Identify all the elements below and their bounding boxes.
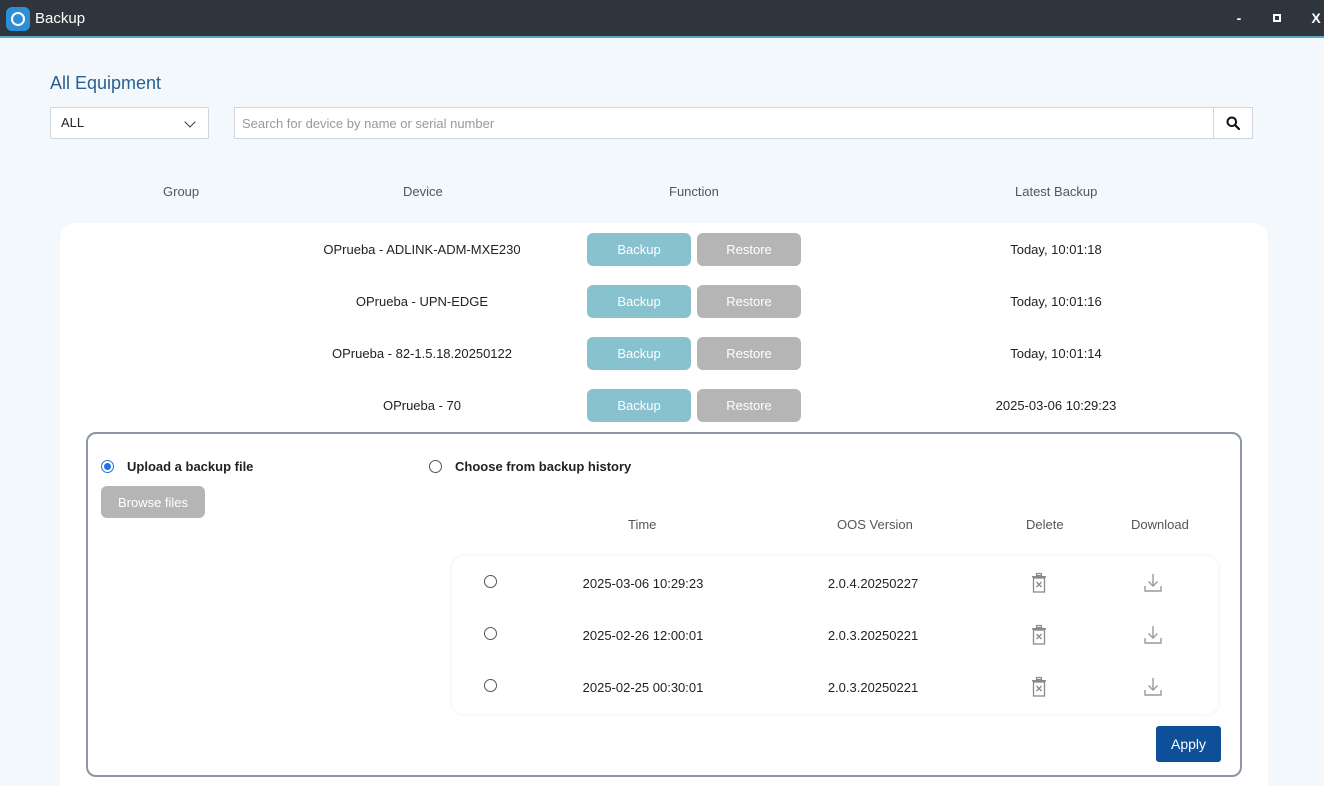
- history-header-version: OOS Version: [837, 517, 913, 532]
- backup-button[interactable]: Backup: [587, 285, 691, 318]
- history-select-radio[interactable]: [484, 627, 497, 640]
- column-header-group: Group: [163, 184, 200, 199]
- backup-button[interactable]: Backup: [587, 233, 691, 266]
- trash-icon[interactable]: [1029, 624, 1049, 646]
- history-header-delete: Delete: [1026, 517, 1064, 532]
- restore-button[interactable]: Restore: [697, 233, 801, 266]
- group-filter-value: ALL: [61, 115, 85, 130]
- device-name: OPrueba - UPN-EDGE: [355, 294, 489, 309]
- device-name: OPrueba - 70: [382, 398, 462, 413]
- download-icon[interactable]: [1143, 624, 1163, 646]
- download-icon[interactable]: [1143, 572, 1163, 594]
- backup-button[interactable]: Backup: [587, 389, 691, 422]
- restore-button[interactable]: Restore: [697, 337, 801, 370]
- close-button[interactable]: X: [1306, 8, 1324, 28]
- search-icon: [1226, 116, 1240, 130]
- apply-button[interactable]: Apply: [1156, 726, 1221, 762]
- minimize-button[interactable]: -: [1229, 8, 1249, 28]
- restore-button[interactable]: Restore: [697, 285, 801, 318]
- history-version: 2.0.3.20250221: [827, 680, 919, 695]
- upload-backup-radio[interactable]: [101, 460, 114, 473]
- latest-backup-time: Today, 10:01:18: [1010, 242, 1102, 257]
- history-header-download: Download: [1131, 517, 1189, 532]
- trash-icon[interactable]: [1029, 676, 1049, 698]
- group-filter-select[interactable]: ALL: [50, 107, 209, 139]
- maximize-icon: [1273, 13, 1281, 22]
- restore-button[interactable]: Restore: [697, 389, 801, 422]
- window-title: Backup: [35, 10, 86, 27]
- upload-backup-label[interactable]: Upload a backup file: [127, 459, 253, 474]
- history-time: 2025-03-06 10:29:23: [582, 576, 704, 591]
- latest-backup-time: Today, 10:01:14: [1010, 346, 1102, 361]
- history-time: 2025-02-26 12:00:01: [582, 628, 704, 643]
- history-select-radio[interactable]: [484, 575, 497, 588]
- page-title: All Equipment: [50, 73, 162, 93]
- history-header-time: Time: [628, 517, 657, 532]
- device-name: OPrueba - ADLINK-ADM-MXE230: [323, 242, 521, 257]
- column-header-latest-backup: Latest Backup: [1015, 184, 1098, 199]
- history-select-radio[interactable]: [484, 679, 497, 692]
- app-logo-icon: [6, 7, 30, 31]
- device-search-input[interactable]: [234, 107, 1214, 139]
- trash-icon[interactable]: [1029, 572, 1049, 594]
- search-button[interactable]: [1213, 107, 1253, 139]
- backup-history-radio[interactable]: [429, 460, 442, 473]
- title-bar: Backup - X: [0, 0, 1324, 38]
- latest-backup-time: Today, 10:01:16: [1010, 294, 1102, 309]
- column-header-device: Device: [403, 184, 443, 199]
- column-header-function: Function: [669, 184, 719, 199]
- history-version: 2.0.4.20250227: [827, 576, 919, 591]
- browse-files-button[interactable]: Browse files: [101, 486, 205, 518]
- chevron-down-icon: [184, 116, 196, 128]
- history-time: 2025-02-25 00:30:01: [582, 680, 704, 695]
- device-name: OPrueba - 82-1.5.18.20250122: [332, 346, 512, 361]
- maximize-button[interactable]: [1267, 8, 1287, 28]
- history-version: 2.0.3.20250221: [827, 628, 919, 643]
- latest-backup-time: 2025-03-06 10:29:23: [995, 398, 1117, 413]
- backup-history-label[interactable]: Choose from backup history: [455, 459, 631, 474]
- download-icon[interactable]: [1143, 676, 1163, 698]
- backup-button[interactable]: Backup: [587, 337, 691, 370]
